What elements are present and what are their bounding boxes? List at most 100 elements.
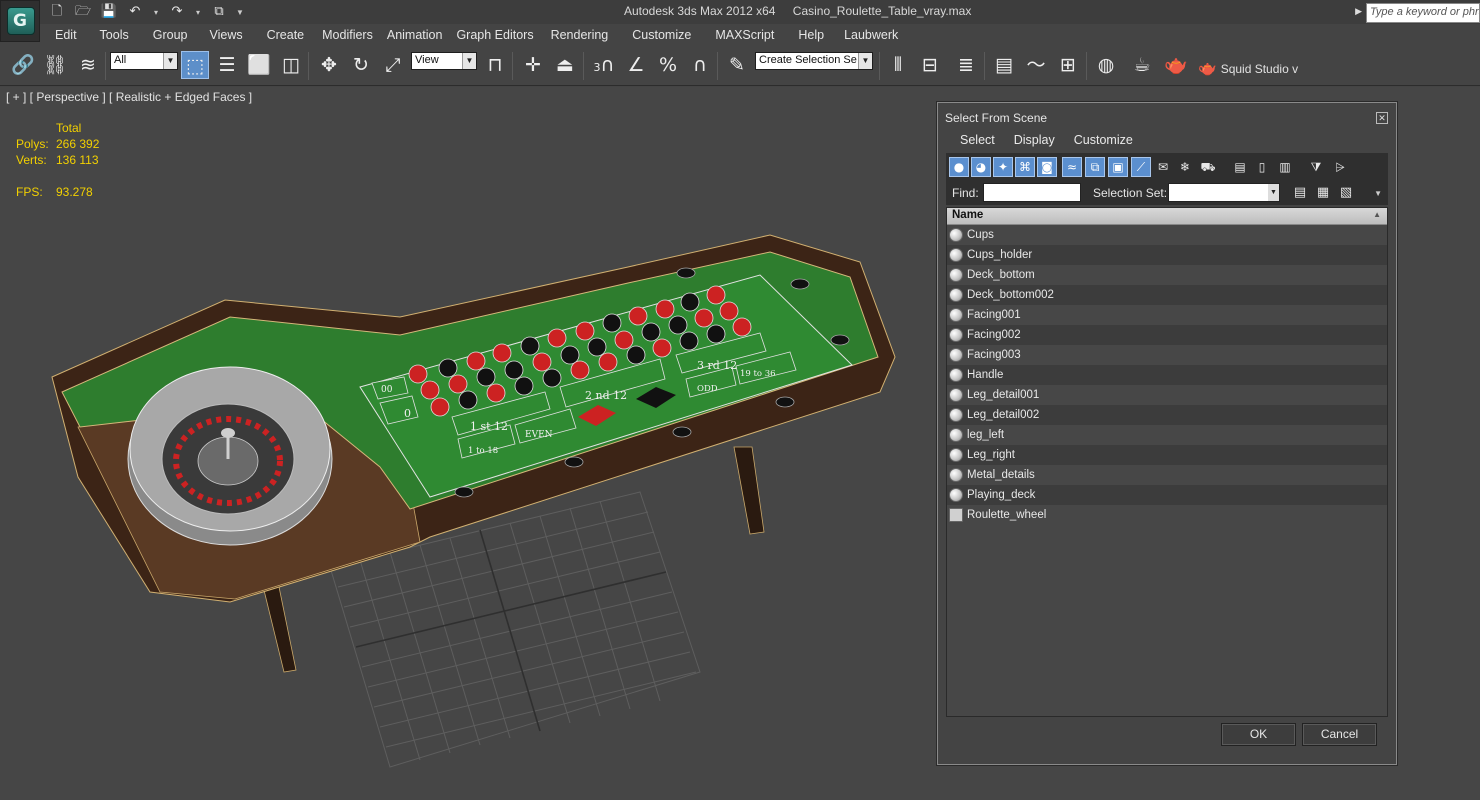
list-item[interactable]: Deck_bottom002 (947, 285, 1387, 305)
infocenter-arrow-icon[interactable]: ▶ (1355, 6, 1362, 17)
list-item[interactable]: Handle (947, 365, 1387, 385)
menu-maxscript[interactable]: MAXScript (715, 24, 774, 46)
spinner-snap-icon[interactable]: ∩ (686, 51, 714, 79)
list-item[interactable]: Leg_detail001 (947, 385, 1387, 405)
percent-snap-icon[interactable]: % (654, 51, 682, 79)
named-selection-dropdown[interactable]: Create Selection Se ▼ (755, 52, 873, 70)
select-by-name-icon[interactable]: ☰ (213, 51, 241, 79)
menu-tools[interactable]: Tools (100, 24, 129, 46)
undo-icon[interactable]: ↶ (126, 4, 144, 20)
more-options-icon[interactable]: ▼ (1374, 189, 1382, 198)
display-groups-icon[interactable]: ⧉ (1085, 157, 1105, 177)
list-item[interactable]: Playing_deck (947, 485, 1387, 505)
edit-named-selection-icon[interactable]: ✎ (723, 51, 751, 79)
filter-icon[interactable]: ⧩ (1306, 157, 1326, 177)
display-containers-icon[interactable]: ✉ (1153, 157, 1173, 177)
menu-customize[interactable]: Customize (632, 24, 691, 46)
display-cameras-icon[interactable]: ⌘ (1015, 157, 1035, 177)
display-hidden-icon[interactable]: ⛟ (1198, 157, 1218, 177)
new-file-icon[interactable]: 🗋 (48, 4, 66, 20)
graphite-modeling-icon[interactable]: ▤ (990, 51, 1018, 79)
open-file-icon[interactable]: 🗁 (74, 4, 92, 20)
save-icon[interactable]: 💾 (100, 4, 118, 20)
selection-set-dropdown[interactable]: ▼ (1168, 183, 1280, 202)
curve-editor-icon[interactable]: 〜 (1022, 51, 1050, 79)
display-lights-icon[interactable]: ✦ (993, 157, 1013, 177)
redo-dropdown-icon[interactable]: ▾ (194, 8, 202, 17)
material-editor-icon[interactable]: ◍ (1092, 51, 1120, 79)
display-invert-icon[interactable]: ▥ (1275, 157, 1295, 177)
project-folder-icon[interactable]: ⧉ (210, 4, 228, 20)
select-all-icon[interactable]: ▤ (1291, 184, 1309, 202)
display-all-icon[interactable]: ▤ (1230, 157, 1250, 177)
keyboard-shortcut-override-icon[interactable]: ⏏ (551, 51, 579, 79)
list-item[interactable]: Cups_holder (947, 245, 1387, 265)
display-geometry-icon[interactable]: ● (949, 157, 969, 177)
list-item[interactable]: Roulette_wheel (947, 505, 1387, 525)
bind-to-space-warp-icon[interactable]: ≋ (74, 51, 102, 79)
dialog-menu-customize[interactable]: Customize (1074, 133, 1133, 147)
select-and-move-icon[interactable]: ✥ (315, 51, 343, 79)
select-object-icon[interactable]: ⬚ (181, 51, 209, 79)
select-invert-icon[interactable]: ▧ (1337, 184, 1355, 202)
menu-animation[interactable]: Animation (387, 24, 443, 46)
dialog-menu-display[interactable]: Display (1014, 133, 1055, 147)
close-icon[interactable]: ✕ (1376, 112, 1388, 124)
list-item[interactable]: Cups (947, 225, 1387, 245)
list-item[interactable]: Facing002 (947, 325, 1387, 345)
display-none-icon[interactable]: ▯ (1252, 157, 1272, 177)
filter-settings-icon[interactable]: ⩥ (1330, 157, 1350, 177)
list-item[interactable]: Leg_detail002 (947, 405, 1387, 425)
list-item[interactable]: Facing001 (947, 305, 1387, 325)
angle-snap-icon[interactable]: ∠ (622, 51, 650, 79)
list-item[interactable]: Deck_bottom (947, 265, 1387, 285)
unlink-selection-icon[interactable]: ⛓ (41, 51, 69, 79)
list-item[interactable]: Leg_right (947, 445, 1387, 465)
mirror-icon[interactable]: ⫴ (884, 51, 912, 79)
display-xrefs-icon[interactable]: ▣ (1108, 157, 1128, 177)
menu-create[interactable]: Create (267, 24, 305, 46)
menu-views[interactable]: Views (209, 24, 242, 46)
menu-laubwerk[interactable]: Laubwerk (844, 24, 898, 46)
ok-button[interactable]: OK (1221, 723, 1296, 746)
menu-help[interactable]: Help (798, 24, 824, 46)
window-crossing-icon[interactable]: ◫ (277, 51, 305, 79)
pivot-center-icon[interactable]: ⊓ (481, 51, 509, 79)
display-frozen-icon[interactable]: ❄ (1175, 157, 1195, 177)
menu-modifiers[interactable]: Modifiers (322, 24, 373, 46)
rectangular-selection-icon[interactable]: ⬜ (245, 51, 273, 79)
select-none-icon[interactable]: ▦ (1314, 184, 1332, 202)
list-item[interactable]: Facing003 (947, 345, 1387, 365)
column-header-name[interactable]: Name ▲ (947, 208, 1387, 225)
redo-icon[interactable]: ↷ (168, 4, 186, 20)
selection-filter-dropdown[interactable]: All ▼ (110, 52, 178, 70)
select-and-manipulate-icon[interactable]: ✛ (519, 51, 547, 79)
schematic-view-icon[interactable]: ⊞ (1054, 51, 1082, 79)
render-setup-icon[interactable]: ☕ (1128, 51, 1156, 79)
display-space-warps-icon[interactable]: ≈ (1062, 157, 1082, 177)
keyword-search-input[interactable]: Type a keyword or phrase (1366, 3, 1480, 23)
snaps-toggle-icon[interactable]: 3∩ (590, 51, 618, 79)
select-and-rotate-icon[interactable]: ↻ (347, 51, 375, 79)
viewport-label[interactable]: [ + ] [ Perspective ] [ Realistic + Edge… (6, 90, 252, 104)
display-bones-icon[interactable]: ⟋ (1131, 157, 1151, 177)
squid-studio-button[interactable]: 🫖 Squid Studio v (1198, 59, 1298, 77)
select-and-scale-icon[interactable]: ⤢ (379, 51, 407, 79)
menu-group[interactable]: Group (153, 24, 188, 46)
rendered-frame-window-icon[interactable]: 🫖 (1162, 51, 1190, 79)
align-icon[interactable]: ⊟ (916, 51, 944, 79)
cancel-button[interactable]: Cancel (1302, 723, 1377, 746)
menu-edit[interactable]: Edit (55, 24, 77, 46)
display-helpers-icon[interactable]: ◙ (1037, 157, 1057, 177)
menu-rendering[interactable]: Rendering (551, 24, 609, 46)
list-item[interactable]: leg_left (947, 425, 1387, 445)
select-and-link-icon[interactable]: 🔗 (9, 51, 37, 79)
menu-graph-editors[interactable]: Graph Editors (456, 24, 533, 46)
display-shapes-icon[interactable]: ◕ (971, 157, 991, 177)
reference-coordinate-dropdown[interactable]: View ▼ (411, 52, 477, 70)
undo-dropdown-icon[interactable]: ▾ (152, 8, 160, 17)
find-input[interactable] (983, 183, 1081, 202)
quick-access-dropdown-icon[interactable]: ▼ (236, 8, 244, 17)
layer-manager-icon[interactable]: ≣ (952, 51, 980, 79)
dialog-menu-select[interactable]: Select (960, 133, 995, 147)
